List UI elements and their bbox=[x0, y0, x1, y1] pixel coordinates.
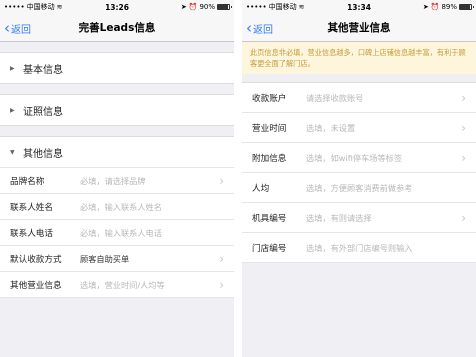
row-label: 人均 bbox=[252, 183, 270, 194]
row-label: 附加信息 bbox=[252, 153, 287, 164]
chevron-right-icon: › bbox=[219, 278, 224, 292]
location-icon: ➤ bbox=[180, 3, 187, 11]
section-basic-info[interactable]: ▶ 基本信息 bbox=[0, 52, 234, 84]
payment-account-select[interactable]: 请选择收款账号 bbox=[306, 92, 476, 104]
signal-icon: ••••• bbox=[246, 3, 267, 11]
carrier-label: 中国移动 bbox=[268, 3, 297, 11]
chevron-right-icon: › bbox=[461, 211, 466, 225]
row-label: 其他营业信息 bbox=[10, 280, 62, 291]
device-number-select[interactable]: 选填，有则请选择 bbox=[306, 212, 476, 224]
nav-bar: ‹ 返回 完善Leads信息 bbox=[0, 14, 234, 42]
back-button[interactable]: ‹ 返回 bbox=[246, 14, 273, 42]
caret-right-icon: ▶ bbox=[10, 64, 15, 72]
section-label: 证照信息 bbox=[23, 106, 63, 118]
alarm-icon: ⏰ bbox=[188, 3, 198, 11]
location-icon: ➤ bbox=[422, 3, 429, 11]
row-label: 门店编号 bbox=[252, 243, 287, 254]
contact-name-input[interactable]: 必填，输入联系人姓名 bbox=[80, 201, 234, 213]
row-label: 联系人姓名 bbox=[10, 202, 53, 213]
nav-bar: ‹ 返回 其他营业信息 bbox=[242, 14, 476, 42]
chevron-right-icon: › bbox=[219, 252, 224, 266]
other-business-info-select[interactable]: 选填，营业时间/人均等 bbox=[80, 279, 234, 291]
contact-name-row[interactable]: 联系人姓名 必填，输入联系人姓名 bbox=[0, 194, 234, 220]
business-hours-row[interactable]: 营业时间 选填，未设置 › bbox=[242, 113, 476, 143]
chevron-right-icon: › bbox=[461, 121, 466, 135]
wifi-icon: ≋ bbox=[298, 3, 305, 11]
left-screen: ••••• 中国移动 ≋ 13:26 ➤ ⏰ 90% ‹ 返回 完善Leads信… bbox=[0, 0, 234, 357]
row-label: 品牌名称 bbox=[10, 176, 45, 187]
back-label: 返回 bbox=[11, 24, 31, 36]
row-label: 收款账户 bbox=[252, 93, 287, 104]
carrier-label: 中国移动 bbox=[26, 3, 55, 11]
row-label: 机具编号 bbox=[252, 213, 287, 224]
per-capita-row[interactable]: 人均 选填，方便顾客消费前做参考 bbox=[242, 173, 476, 203]
battery-percent: 89% bbox=[441, 3, 457, 11]
brand-row[interactable]: 品牌名称 必填，请选择品牌 › bbox=[0, 168, 234, 194]
page-title: 其他营业信息 bbox=[327, 22, 391, 34]
other-business-info-row[interactable]: 其他营业信息 选填，营业时间/人均等 › bbox=[0, 272, 234, 298]
row-label: 联系人电话 bbox=[10, 228, 53, 239]
other-info-form: 品牌名称 必填，请选择品牌 › 联系人姓名 必填，输入联系人姓名 联系人电话 必… bbox=[0, 168, 234, 298]
chevron-left-icon: ‹ bbox=[246, 18, 252, 37]
section-label: 其他信息 bbox=[23, 148, 63, 160]
section-license-info[interactable]: ▶ 证照信息 bbox=[0, 94, 234, 126]
chevron-left-icon: ‹ bbox=[4, 18, 10, 37]
extra-info-select[interactable]: 选填，如wifi停车场等标签 bbox=[306, 152, 476, 164]
chevron-right-icon: › bbox=[461, 151, 466, 165]
store-number-row[interactable]: 门店编号 选填，有外部门店编号则输入 bbox=[242, 233, 476, 263]
battery-percent: 90% bbox=[199, 3, 215, 11]
page-title: 完善Leads信息 bbox=[78, 22, 156, 34]
alarm-icon: ⏰ bbox=[430, 3, 440, 11]
back-label: 返回 bbox=[253, 24, 273, 36]
section-other-info[interactable]: ▼ 其他信息 bbox=[0, 136, 234, 168]
back-button[interactable]: ‹ 返回 bbox=[4, 14, 31, 42]
chevron-right-icon: › bbox=[219, 174, 224, 188]
status-bar: ••••• 中国移动 ≋ 13:34 ➤ ⏰ 89% bbox=[242, 0, 476, 14]
section-label: 基本信息 bbox=[23, 64, 63, 76]
device-number-row[interactable]: 机具编号 选填，有则请选择 › bbox=[242, 203, 476, 233]
wifi-icon: ≋ bbox=[56, 3, 63, 11]
status-bar: ••••• 中国移动 ≋ 13:26 ➤ ⏰ 90% bbox=[0, 0, 234, 14]
battery-icon bbox=[217, 4, 232, 10]
row-label: 默认收款方式 bbox=[10, 254, 62, 265]
brand-select[interactable]: 必填，请选择品牌 bbox=[80, 175, 234, 187]
payment-method-row[interactable]: 默认收款方式 顾客自助买单 › bbox=[0, 246, 234, 272]
store-number-input[interactable]: 选填，有外部门店编号则输入 bbox=[306, 242, 476, 254]
business-info-form: 收款账户 请选择收款账号 › 营业时间 选填，未设置 › 附加信息 选填，如wi… bbox=[242, 82, 476, 263]
extra-info-row[interactable]: 附加信息 选填，如wifi停车场等标签 › bbox=[242, 143, 476, 173]
contact-phone-input[interactable]: 必填，输入联系人电话 bbox=[80, 227, 234, 239]
business-hours-select[interactable]: 选填，未设置 bbox=[306, 122, 476, 134]
notice-banner: 此页信息非必填，营业信息越多，口碑上店铺信息越丰富，有利于顾客更全面了解门店。 bbox=[242, 42, 476, 74]
right-screen: ••••• 中国移动 ≋ 13:34 ➤ ⏰ 89% ‹ 返回 其他营业信息 此… bbox=[242, 0, 476, 357]
battery-fill bbox=[460, 5, 470, 9]
chevron-right-icon: › bbox=[461, 91, 466, 105]
per-capita-input[interactable]: 选填，方便顾客消费前做参考 bbox=[306, 182, 476, 194]
caret-down-icon: ▼ bbox=[10, 148, 15, 156]
battery-icon bbox=[459, 4, 474, 10]
payment-account-row[interactable]: 收款账户 请选择收款账号 › bbox=[242, 83, 476, 113]
caret-right-icon: ▶ bbox=[10, 106, 15, 114]
signal-icon: ••••• bbox=[4, 3, 25, 11]
contact-phone-row[interactable]: 联系人电话 必填，输入联系人电话 bbox=[0, 220, 234, 246]
row-label: 营业时间 bbox=[252, 123, 287, 134]
payment-method-select[interactable]: 顾客自助买单 bbox=[80, 253, 234, 265]
battery-fill bbox=[218, 5, 228, 9]
